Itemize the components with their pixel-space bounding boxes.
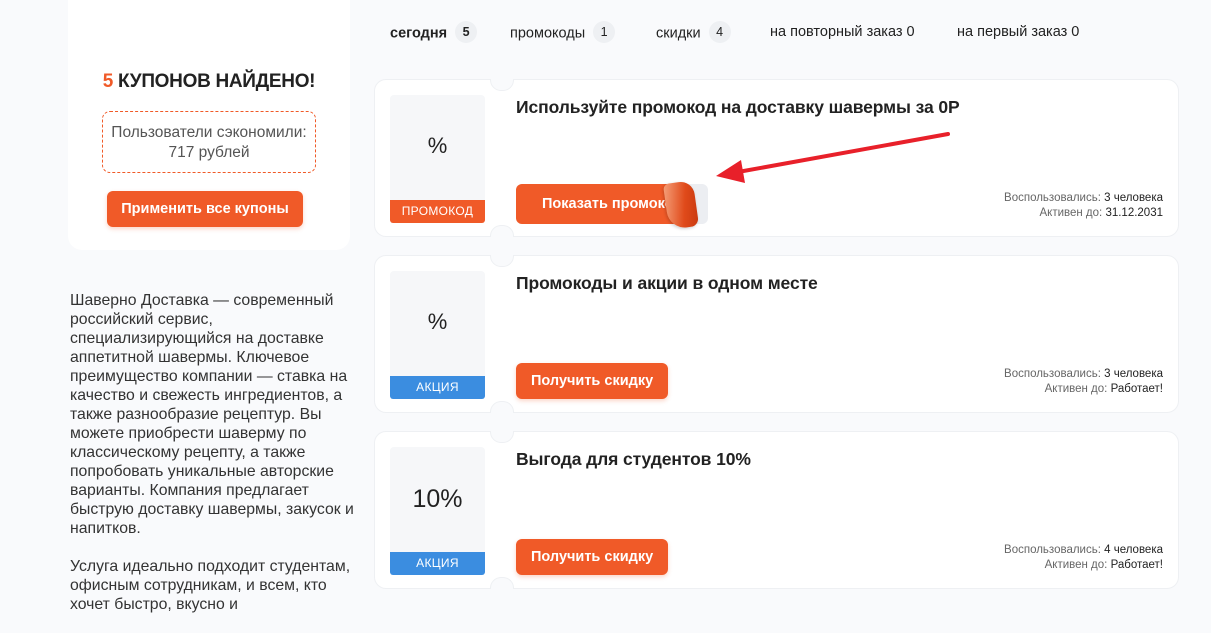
used-value: 4 человека xyxy=(1104,544,1163,556)
filter-label: промокоды xyxy=(510,25,586,42)
ticket-notch xyxy=(490,431,514,443)
coupon-title: Используйте промокод на доставку шавермы… xyxy=(516,97,960,117)
apply-all-coupons-button[interactable]: Применить все купоны xyxy=(107,191,303,227)
coupon-card: % АКЦИЯ Промокоды и акции в одном месте … xyxy=(374,255,1179,413)
filter-today[interactable]: сегодня 5 xyxy=(390,21,478,43)
used-label: Воспользовались: xyxy=(1004,368,1101,380)
coupon-meta: Воспользовались: 3 человека Активен до: … xyxy=(1004,367,1163,397)
ticket-notch xyxy=(490,401,514,413)
active-label: Активен до: xyxy=(1039,207,1103,219)
active-value: Работает! xyxy=(1110,559,1163,571)
coupons-found-heading: 5 КУПОНОВ НАЙДЕНО! xyxy=(68,71,350,93)
filter-count: 5 xyxy=(455,21,478,43)
coupon-value: 10% xyxy=(412,485,463,513)
used-label: Воспользовались: xyxy=(1004,192,1101,204)
filter-label: на повторный заказ 0 xyxy=(770,24,915,40)
active-value: Работает! xyxy=(1110,383,1163,395)
coupon-meta: Воспользовались: 4 человека Активен до: … xyxy=(1004,543,1163,573)
get-discount-button[interactable]: Получить скидку xyxy=(516,363,669,399)
description-paragraph: Шаверно Доставка — современный российски… xyxy=(70,292,354,537)
filter-repeat-order[interactable]: на повторный заказ 0 xyxy=(770,24,915,40)
coupon-meta: Воспользовались: 3 человека Активен до: … xyxy=(1004,191,1163,221)
coupon-value: % xyxy=(427,309,448,334)
filter-count: 4 xyxy=(708,21,731,43)
description-paragraph: Услуга идеально подходит студентам, офис… xyxy=(70,558,351,613)
coupon-value: % xyxy=(427,133,448,158)
coupon-type-tag: АКЦИЯ xyxy=(390,552,485,575)
filter-first-order[interactable]: на первый заказ 0 xyxy=(957,24,1079,40)
get-discount-button[interactable]: Получить скидку xyxy=(516,539,669,575)
used-value: 3 человека xyxy=(1104,192,1163,204)
show-promocode-label: Показать промокод xyxy=(516,184,684,224)
store-description: Шаверно Доставка — современный российски… xyxy=(70,291,360,633)
coupon-title: Промокоды и акции в одном месте xyxy=(516,273,818,293)
used-label: Воспользовались: xyxy=(1004,544,1101,556)
active-value: 31.12.2031 xyxy=(1105,207,1163,219)
filter-label: сегодня xyxy=(390,25,448,42)
coupon-type-tag: АКЦИЯ xyxy=(390,376,485,399)
ticket-notch xyxy=(490,225,514,237)
filter-discounts[interactable]: скидки 4 xyxy=(656,21,731,43)
ticket-notch xyxy=(490,577,514,589)
coupon-summary-card: 5 КУПОНОВ НАЙДЕНО! Пользователи сэкономи… xyxy=(68,0,350,250)
coupon-card: 10% АКЦИЯ Выгода для студентов 10% Получ… xyxy=(374,431,1179,589)
coupon-title: Выгода для студентов 10% xyxy=(516,449,751,469)
coupon-value-tile: % АКЦИЯ xyxy=(390,271,485,399)
active-label: Активен до: xyxy=(1044,383,1108,395)
active-label: Активен до: xyxy=(1044,559,1108,571)
used-value: 3 человека xyxy=(1104,368,1163,380)
filter-label: скидки xyxy=(656,25,701,42)
coupons-found-count: 5 xyxy=(102,71,114,92)
coupons-found-text: КУПОНОВ НАЙДЕНО! xyxy=(113,71,316,92)
coupon-type-tag: ПРОМОКОД xyxy=(390,200,485,223)
filter-label: на первый заказ 0 xyxy=(957,24,1080,40)
filter-count: 1 xyxy=(593,21,616,43)
savings-box: Пользователи сэкономили: 717 рублей xyxy=(102,111,316,173)
coupon-card: % ПРОМОКОД Используйте промокод на доста… xyxy=(374,79,1179,237)
show-promocode-button[interactable]: Показать промокод xyxy=(516,180,709,230)
ticket-notch xyxy=(490,255,514,267)
coupon-value-tile: % ПРОМОКОД xyxy=(390,95,485,223)
filter-promocodes[interactable]: промокоды 1 xyxy=(510,21,616,43)
ticket-notch xyxy=(490,79,514,91)
coupon-value-tile: 10% АКЦИЯ xyxy=(390,447,485,575)
